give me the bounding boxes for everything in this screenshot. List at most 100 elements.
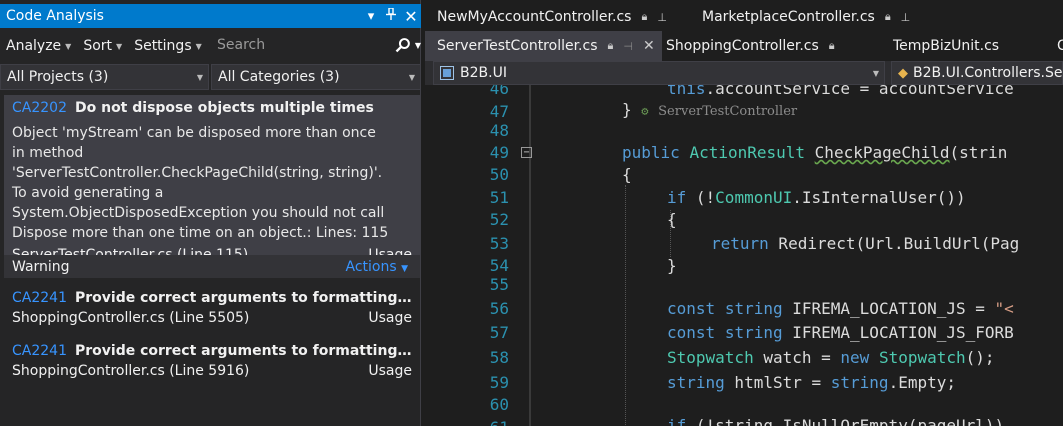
pin-icon[interactable]: ⊣ [623,40,633,53]
code-area[interactable]: 46 47 48 49 50 51 52 53 54 55 56 57 58 5… [425,85,1063,426]
tab-marketplace-controller[interactable]: MarketplaceController.cs 🔒︎ ⊥ [690,2,918,32]
project-name: B2B.UI [460,65,507,81]
line-number: 57 [489,323,509,342]
line-number: 53 [489,234,509,253]
rule-id-link[interactable]: CA2202 [12,100,67,116]
code-line-46: this.accountService = accountService [667,85,1014,98]
lock-icon: 🔒︎ [607,39,614,52]
rule-id-link[interactable]: CA2241 [12,290,67,306]
code-line-57: const string IFREMA_LOCATION_JS_FORB [667,323,1014,342]
line-number: 56 [489,299,509,318]
type-name: CommonUI [715,188,793,207]
tab-label: C [1057,38,1063,54]
categories-filter-dropdown[interactable]: All Categories (3) ▼ [211,64,421,90]
search-placeholder: Search [217,37,266,53]
code-line-50: { [622,165,632,184]
pin-icon[interactable] [381,7,401,24]
close-icon[interactable]: ✕ [401,7,421,26]
tab-row-upper: NewMyAccountController.cs 🔒︎ ⊥ Marketpla… [425,2,1063,32]
tab-shopping-controller[interactable]: ShoppingController.cs 🔒︎ [654,31,843,61]
pin-icon[interactable]: ⊥ [901,11,911,24]
keyword: const [667,299,716,318]
collapse-toggle-icon[interactable]: − [521,147,532,158]
project-dropdown[interactable]: B2B.UI ▼ [433,61,885,85]
code-text: watch = [753,348,841,367]
method-name: CheckPageChild [814,143,950,162]
lock-icon: 🔒︎ [828,39,835,52]
navigation-bar: B2B.UI ▼ ◆ B2B.UI.Controllers.Serv [425,61,1063,85]
lock-icon: 🔒︎ [884,10,891,23]
pin-icon[interactable]: ⊥ [657,11,667,24]
severity-row: Warning Actions ▼ [4,255,420,278]
code-line-58: Stopwatch watch = new Stopwatch(); [667,348,995,367]
csharp-project-icon [440,66,454,80]
tab-row-lower: ServerTestController.cs 🔒︎ ⊣ ✕ ShoppingC… [425,31,1063,61]
line-number: 49 [489,143,509,162]
code-text: htmlStr = [724,373,831,392]
panel-titlebar: Code Analysis ▾ ✕ [0,4,421,28]
tab-overflow[interactable]: C [1045,31,1063,61]
severity-label: Warning [12,258,70,275]
tab-temp-biz-unit[interactable]: TempBizUnit.cs [881,31,1007,61]
list-item[interactable]: CA2241 Provide correct arguments to form… [4,338,420,388]
sort-menu[interactable]: Sort ▼ [77,33,128,59]
keyword: public [622,143,680,162]
list-item[interactable]: CA2202 Do not dispose objects multiple t… [4,95,420,278]
rule-id-link[interactable]: CA2241 [12,343,67,359]
tab-label: NewMyAccountController.cs [437,9,632,25]
line-number: 55 [489,275,509,294]
chevron-down-icon: ▼ [195,41,202,51]
code-text: { [667,210,677,229]
code-line-47: } ⚙ ServerTestController [622,100,797,119]
class-dropdown[interactable]: ◆ B2B.UI.Controllers.Serv [891,61,1063,85]
projects-filter-dropdown[interactable]: All Projects (3) ▼ [0,64,209,90]
chevron-down-icon: ▼ [408,72,416,82]
code-text: .Empty; [888,373,956,392]
tab-label: ShoppingController.cs [666,38,819,54]
tab-new-my-account-controller[interactable]: NewMyAccountController.cs 🔒︎ ⊥ [425,2,675,32]
code-text: .accountService = accountService [705,85,1014,98]
location-link[interactable]: ShoppingController.cs (Line 5505) [12,310,249,326]
rule-description: Object 'myStream' can be disposed more t… [12,125,389,241]
search-input[interactable]: Search ▼ [212,33,421,57]
code-line-53: return Redirect(Url.BuildUrl(Pag [711,234,1019,253]
settings-menu[interactable]: Settings ▼ [128,33,208,59]
tab-server-test-controller[interactable]: ServerTestController.cs 🔒︎ ⊣ ✕ [425,31,662,61]
category-label: Usage [368,310,412,326]
filter-bar: All Projects (3) ▼ All Categories (3) ▼ [0,64,421,90]
type-name: Stopwatch [667,348,754,367]
location-link[interactable]: ShoppingController.cs (Line 5916) [12,363,249,379]
actions-dropdown[interactable]: Actions ▼ [345,259,408,275]
chevron-down-icon[interactable]: ▼ [415,41,421,50]
keyword: new [840,348,870,367]
line-number: 47 [489,102,509,121]
list-item[interactable]: CA2241 Provide correct arguments to form… [4,285,420,335]
tab-label: ServerTestController.cs [437,38,598,54]
line-number: 52 [489,210,509,229]
analyze-menu[interactable]: Analyze ▼ [0,33,77,59]
indent-guide [625,185,626,425]
sort-label: Sort [83,38,113,54]
code-line-51: if (!CommonUI.IsInternalUser()) [667,188,966,207]
categories-filter-value: All Categories (3) [218,69,340,85]
keyword: this [667,85,706,98]
keyword: string [724,323,783,342]
search-icon[interactable]: ▼ [395,37,421,53]
line-number: 54 [489,256,509,275]
line-number: 58 [489,348,509,367]
rule-header: CA2241 Provide correct arguments to form… [12,343,412,359]
chevron-down-icon: ▼ [65,41,72,51]
keyword: string [724,299,783,318]
window-position-dropdown-icon[interactable]: ▾ [361,9,381,24]
tab-label: MarketplaceController.cs [702,9,875,25]
chevron-down-icon: ▼ [116,41,123,51]
code-lens-label[interactable]: ServerTestController [658,104,797,119]
close-icon[interactable]: ✕ [643,38,655,54]
line-number: 46 [489,85,509,98]
reference-icon: ⚙ [641,104,649,118]
chevron-down-icon: ▼ [872,68,880,78]
rule-header: CA2241 Provide correct arguments to form… [12,290,412,306]
type-name: ActionResult [689,143,806,162]
category-label: Usage [368,363,412,379]
code-line-54: } [667,256,677,275]
